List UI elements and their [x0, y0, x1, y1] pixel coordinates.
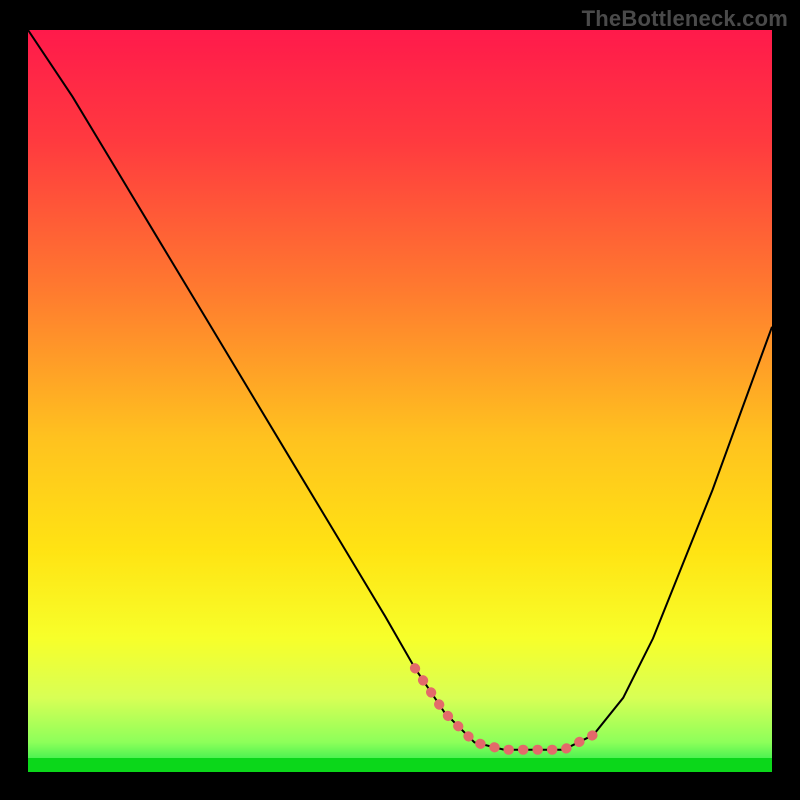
- green-bottom-band: [28, 758, 772, 772]
- app-frame: TheBottleneck.com: [0, 0, 800, 800]
- plot-area: [28, 30, 772, 772]
- bottleneck-chart: [28, 30, 772, 772]
- heat-background: [28, 30, 772, 772]
- watermark-text: TheBottleneck.com: [582, 6, 788, 32]
